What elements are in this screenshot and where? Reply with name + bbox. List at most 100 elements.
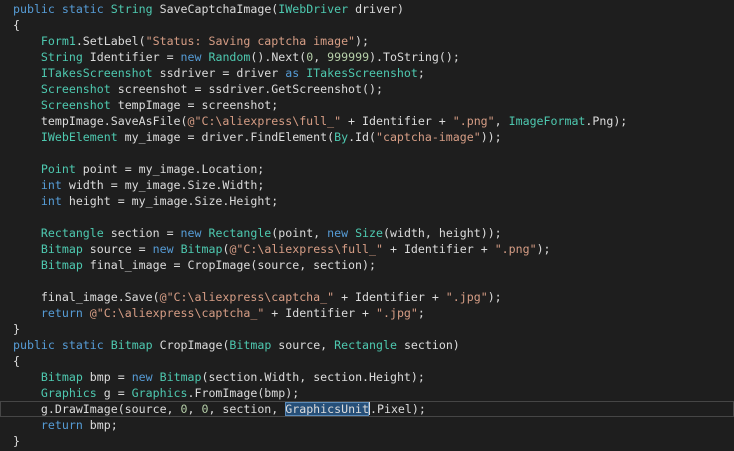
- keyword-token: static: [61, 338, 104, 352]
- code-token: );: [536, 242, 551, 256]
- code-token: (width, height));: [383, 226, 502, 240]
- code-token: driver): [348, 2, 404, 16]
- code-line[interactable]: int width = my_image.Size.Width;: [0, 177, 734, 193]
- code-token: bmp =: [82, 370, 132, 384]
- string-token: ".png": [494, 242, 537, 256]
- code-line[interactable]: tempImage.SaveAsFile(@"C:\aliexpress\ful…: [0, 113, 734, 129]
- string-token: ".png": [452, 114, 495, 128]
- keyword-token: return: [40, 418, 83, 432]
- code-line[interactable]: String Identifier = new Random().Next(0,…: [0, 49, 734, 65]
- type-token: Bitmap: [159, 370, 202, 384]
- code-token: final_image.Save(: [13, 290, 160, 304]
- code-token: section): [396, 338, 460, 352]
- code-line[interactable]: final_image.Save(@"C:\aliexpress\captcha…: [0, 289, 734, 305]
- keyword-token: public: [13, 2, 55, 16]
- type-token: Random: [208, 50, 251, 64]
- code-line[interactable]: Bitmap bmp = new Bitmap(section.Width, s…: [0, 369, 734, 385]
- type-token: Form1: [40, 34, 76, 48]
- code-token: g =: [96, 386, 132, 400]
- code-token: ,: [187, 402, 202, 416]
- code-line[interactable]: return bmp;: [0, 417, 734, 433]
- type-token: Bitmap: [40, 258, 83, 272]
- current-code-line[interactable]: g.DrawImage(source, 0, 0, section, Graph…: [0, 401, 734, 417]
- code-line[interactable]: public static Bitmap CropImage(Bitmap so…: [0, 337, 734, 353]
- code-line[interactable]: Graphics g = Graphics.FromImage(bmp);: [0, 385, 734, 401]
- code-line[interactable]: int height = my_image.Size.Height;: [0, 193, 734, 209]
- code-line[interactable]: Form1.SetLabel("Status: Saving captcha i…: [0, 33, 734, 49]
- type-token: Bitmap: [40, 242, 83, 256]
- code-token: + Identifier +: [383, 242, 495, 256]
- code-line[interactable]: {: [0, 353, 734, 369]
- keyword-token: new: [152, 242, 174, 256]
- type-token: Size: [355, 226, 383, 240]
- type-token: Point: [40, 162, 76, 176]
- code-line[interactable]: [0, 145, 734, 161]
- string-token: @"C:\aliexpress\captcha_": [89, 306, 265, 320]
- type-token: Rectangle: [40, 226, 104, 240]
- code-token: .Pixel);: [370, 402, 426, 416]
- code-line[interactable]: Point point = my_image.Location;: [0, 161, 734, 177]
- type-token: IWebDriver: [278, 2, 349, 16]
- string-token: @"C:\aliexpress\full_": [187, 114, 342, 128]
- type-token: Rectangle: [208, 226, 272, 240]
- number-token: 999999: [327, 50, 370, 64]
- code-token: + Identifier +: [334, 290, 446, 304]
- code-line[interactable]: Screenshot screenshot = ssdriver.GetScre…: [0, 81, 734, 97]
- code-token: bmp;: [82, 418, 118, 432]
- code-line[interactable]: [0, 209, 734, 225]
- code-line[interactable]: [0, 273, 734, 289]
- string-token: @"C:\aliexpress\captcha_": [159, 290, 335, 304]
- type-token: Bitmap: [110, 338, 153, 352]
- code-token: ;: [417, 66, 425, 80]
- code-token: ;: [417, 306, 425, 320]
- keyword-token: public: [13, 338, 55, 352]
- code-line[interactable]: return @"C:\aliexpress\captcha_" + Ident…: [0, 305, 734, 321]
- code-token: (section.Width, section.Height);: [201, 370, 425, 384]
- code-line[interactable]: {: [0, 17, 734, 33]
- keyword-token: return: [40, 306, 83, 320]
- type-token: Bitmap: [180, 242, 223, 256]
- code-line[interactable]: Bitmap source = new Bitmap(@"C:\aliexpre…: [0, 241, 734, 257]
- code-token: + Identifier +: [264, 306, 376, 320]
- code-line[interactable]: public static String SaveCaptchaImage(IW…: [0, 1, 734, 17]
- code-line[interactable]: Screenshot tempImage = screenshot;: [0, 97, 734, 113]
- code-token: , section,: [208, 402, 286, 416]
- code-token: CropImage(: [152, 338, 230, 352]
- type-token: Screenshot: [40, 98, 111, 112]
- code-line[interactable]: }: [0, 433, 734, 449]
- type-token: Rectangle: [334, 338, 397, 352]
- code-token: tempImage.SaveAsFile(: [13, 114, 188, 128]
- code-line[interactable]: IWebElement my_image = driver.FindElemen…: [0, 129, 734, 145]
- code-token: ).ToString();: [369, 50, 460, 64]
- type-token: String: [40, 50, 83, 64]
- code-token: final_image = CropImage(source, section)…: [82, 258, 376, 272]
- code-token: );: [355, 34, 370, 48]
- code-line[interactable]: }: [0, 321, 734, 337]
- code-token: + Identifier +: [341, 114, 453, 128]
- code-token: section =: [103, 226, 181, 240]
- code-line[interactable]: Bitmap final_image = CropImage(source, s…: [0, 257, 734, 273]
- code-token: width = my_image.Size.Width;: [61, 178, 265, 192]
- code-line[interactable]: ITakesScreenshot ssdriver = driver as IT…: [0, 65, 734, 81]
- string-token: "captcha-image": [375, 130, 481, 144]
- string-token: ".jpg": [445, 290, 488, 304]
- code-token: source,: [271, 338, 335, 352]
- code-token: ));: [480, 130, 502, 144]
- code-editor[interactable]: public static String SaveCaptchaImage(IW…: [0, 0, 734, 451]
- code-line[interactable]: Rectangle section = new Rectangle(point,…: [0, 225, 734, 241]
- keyword-token: static: [61, 2, 104, 16]
